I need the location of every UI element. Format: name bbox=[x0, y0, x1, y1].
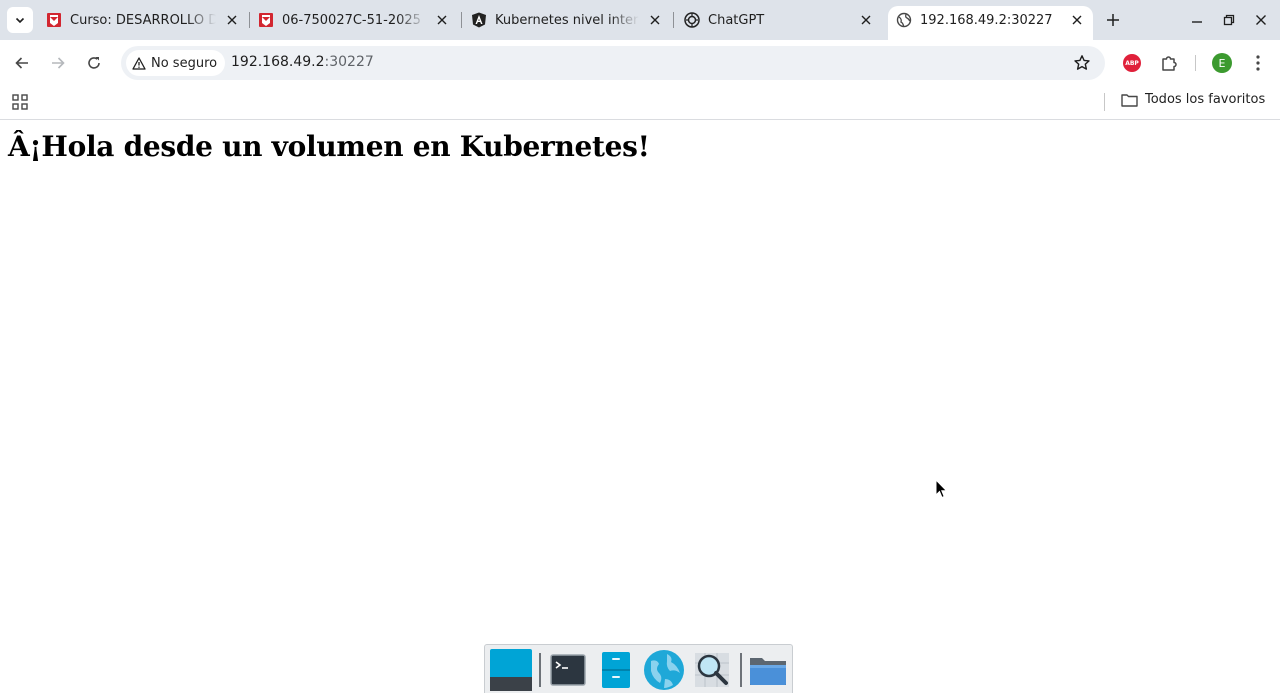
new-tab-button[interactable] bbox=[1102, 9, 1124, 31]
forward-button[interactable] bbox=[46, 51, 70, 75]
tab-title: 192.168.49.2:30227 bbox=[920, 12, 1053, 28]
arrow-left-icon bbox=[15, 57, 28, 69]
tab-divider bbox=[249, 12, 250, 28]
restore-button[interactable] bbox=[1219, 10, 1239, 30]
close-icon bbox=[650, 15, 660, 25]
adblock-icon: ABP bbox=[1123, 54, 1141, 72]
tab-divider bbox=[673, 12, 674, 28]
red-shield-icon bbox=[47, 13, 61, 27]
angular-icon bbox=[472, 12, 486, 28]
tab-chatgpt[interactable]: ChatGPT bbox=[684, 6, 876, 34]
toolbar-divider bbox=[1195, 55, 1196, 71]
plus-icon bbox=[1107, 14, 1119, 26]
dock-show-desktop[interactable] bbox=[489, 648, 533, 692]
mouse-cursor-icon bbox=[935, 479, 948, 499]
dock-file-manager[interactable] bbox=[594, 648, 638, 692]
tab-close-button[interactable] bbox=[222, 10, 242, 30]
url-text[interactable]: 192.168.49.2:30227 bbox=[231, 54, 374, 70]
apps-grid-icon[interactable] bbox=[11, 93, 29, 111]
minimize-icon bbox=[1192, 21, 1202, 23]
red-shield-icon bbox=[259, 13, 273, 27]
desktop-icon bbox=[490, 649, 532, 691]
restore-icon bbox=[1223, 14, 1235, 26]
folder-icon bbox=[1121, 93, 1138, 107]
app-finder-icon bbox=[695, 653, 729, 687]
bookmarks-divider bbox=[1104, 93, 1105, 111]
tab-close-button[interactable] bbox=[856, 10, 876, 30]
tab-divider bbox=[461, 12, 462, 28]
tab-title: 06-750027C-51-2025 bbox=[282, 12, 421, 28]
dock-folder[interactable] bbox=[746, 648, 790, 692]
tab-title: Kubernetes nivel intermedio bbox=[495, 12, 639, 28]
page-content: Â¡Hola desde un volumen en Kubernetes! bbox=[0, 121, 1280, 693]
terminal-icon bbox=[550, 654, 586, 686]
dock-app-finder[interactable] bbox=[690, 648, 734, 692]
all-bookmarks-label: Todos los favoritos bbox=[1145, 92, 1266, 107]
reload-icon bbox=[88, 57, 100, 69]
dock-web-browser[interactable] bbox=[642, 648, 686, 692]
abp-label: ABP bbox=[1125, 59, 1139, 67]
chevron-down-icon bbox=[15, 17, 25, 24]
tab-curso[interactable]: Curso: DESARROLLO DE APLICACIONES bbox=[46, 6, 242, 34]
close-icon bbox=[437, 15, 447, 25]
warning-triangle-icon bbox=[132, 56, 146, 70]
url-port: :30227 bbox=[324, 54, 374, 70]
arrow-right-icon bbox=[52, 57, 65, 69]
tab-document[interactable]: 06-750027C-51-2025 bbox=[258, 6, 452, 34]
all-bookmarks-button[interactable]: Todos los favoritos bbox=[1121, 92, 1265, 107]
close-icon bbox=[1072, 15, 1082, 25]
taskbar-dock bbox=[484, 644, 793, 693]
profile-initial: E bbox=[1218, 56, 1226, 70]
reload-button[interactable] bbox=[82, 51, 106, 75]
dock-divider bbox=[539, 653, 541, 687]
close-icon bbox=[1256, 15, 1266, 25]
extensions-button[interactable] bbox=[1158, 52, 1180, 74]
tab-kubernetes[interactable]: Kubernetes nivel intermedio bbox=[471, 6, 665, 34]
tab-search-button[interactable] bbox=[7, 7, 33, 33]
bookmark-star-icon[interactable] bbox=[1073, 54, 1091, 72]
tab-active-local[interactable]: 192.168.49.2:30227 bbox=[888, 6, 1093, 40]
close-icon bbox=[861, 15, 871, 25]
tab-title: ChatGPT bbox=[708, 12, 765, 28]
tab-close-button[interactable] bbox=[432, 10, 452, 30]
file-cabinet-icon bbox=[602, 652, 630, 688]
tab-strip: Curso: DESARROLLO DE APLICACIONES 06-750… bbox=[0, 0, 1280, 40]
globe-icon bbox=[896, 12, 912, 28]
dock-divider bbox=[740, 653, 742, 687]
folder-icon bbox=[750, 658, 786, 685]
menu-button[interactable] bbox=[1247, 52, 1269, 74]
dock-terminal[interactable] bbox=[546, 648, 590, 692]
back-button[interactable] bbox=[10, 51, 34, 75]
bookmarks-bar: Todos los favoritos bbox=[0, 86, 1280, 120]
avatar: E bbox=[1212, 53, 1232, 73]
web-browser-icon bbox=[644, 650, 684, 690]
close-window-button[interactable] bbox=[1251, 10, 1271, 30]
security-indicator-button[interactable]: No seguro bbox=[126, 50, 226, 76]
tab-close-button[interactable] bbox=[645, 10, 665, 30]
more-vertical-icon bbox=[1256, 55, 1260, 71]
profile-button[interactable]: E bbox=[1211, 52, 1233, 74]
minimize-button[interactable] bbox=[1187, 10, 1207, 30]
tab-title: Curso: DESARROLLO DE APLICACIONES bbox=[70, 12, 216, 28]
address-bar[interactable]: No seguro 192.168.49.2:30227 bbox=[121, 46, 1105, 80]
url-host: 192.168.49.2 bbox=[231, 54, 325, 70]
close-icon bbox=[227, 15, 237, 25]
security-label: No seguro bbox=[151, 55, 218, 71]
page-heading: Â¡Hola desde un volumen en Kubernetes! bbox=[8, 130, 650, 163]
openai-icon bbox=[684, 12, 700, 28]
tab-close-button[interactable] bbox=[1067, 10, 1087, 30]
adblock-extension-button[interactable]: ABP bbox=[1121, 52, 1143, 74]
puzzle-icon bbox=[1162, 56, 1177, 71]
